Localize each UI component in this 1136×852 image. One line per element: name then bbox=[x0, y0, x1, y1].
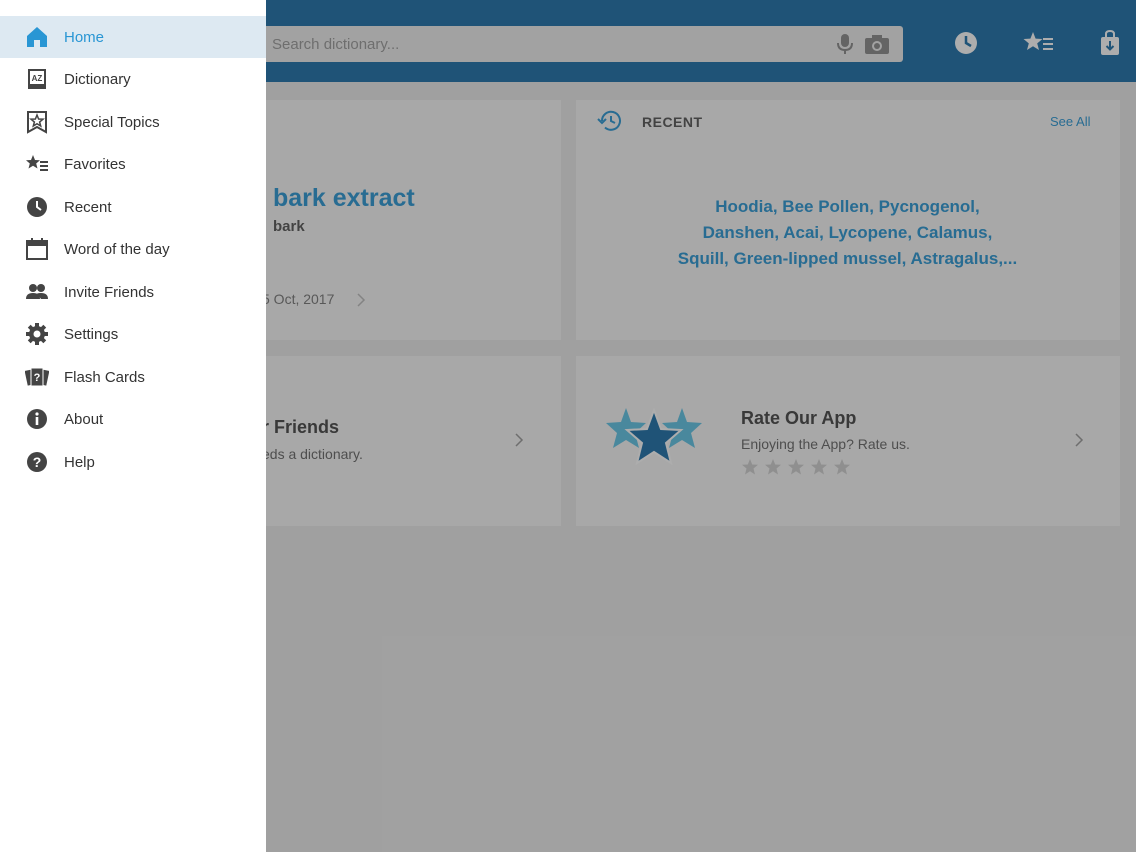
menu-item-label: Settings bbox=[64, 326, 119, 343]
menu-item-label: Word of the day bbox=[64, 241, 170, 258]
menu-item-about[interactable]: About bbox=[0, 398, 266, 440]
menu-item-dictionary[interactable]: AZ Dictionary bbox=[0, 58, 266, 100]
navigation-drawer: Home AZ Dictionary Special Topics Favori… bbox=[0, 0, 266, 852]
special-topics-icon bbox=[27, 111, 47, 134]
calendar-icon bbox=[26, 238, 48, 260]
svg-text:?: ? bbox=[34, 372, 41, 384]
menu-item-settings[interactable]: Settings bbox=[0, 313, 266, 355]
menu-item-invite-friends[interactable]: Invite Friends bbox=[0, 271, 266, 313]
menu-item-home[interactable]: Home bbox=[0, 16, 266, 58]
clock-icon bbox=[27, 197, 47, 217]
menu-item-flash-cards[interactable]: ? Flash Cards bbox=[0, 356, 266, 398]
menu-item-label: Home bbox=[64, 29, 105, 46]
svg-text:?: ? bbox=[33, 454, 42, 470]
favorites-icon bbox=[26, 155, 48, 171]
menu-item-special-topics[interactable]: Special Topics bbox=[0, 101, 266, 143]
svg-text:AZ: AZ bbox=[32, 74, 43, 83]
info-icon bbox=[27, 409, 47, 429]
gear-icon bbox=[26, 323, 48, 345]
menu-item-label: Flash Cards bbox=[64, 369, 145, 386]
menu-item-recent[interactable]: Recent bbox=[0, 186, 266, 228]
menu-item-label: Recent bbox=[64, 199, 112, 216]
menu-item-label: Dictionary bbox=[64, 71, 131, 88]
menu-item-label: Invite Friends bbox=[64, 284, 155, 301]
home-icon bbox=[27, 27, 47, 47]
menu-item-word-of-the-day[interactable]: Word of the day bbox=[0, 228, 266, 270]
menu-item-label: Help bbox=[64, 454, 95, 471]
menu-item-label: Favorites bbox=[64, 156, 126, 173]
help-icon: ? bbox=[27, 452, 47, 472]
dictionary-icon: AZ bbox=[28, 69, 46, 89]
people-icon bbox=[26, 284, 48, 299]
menu-item-help[interactable]: ? Help bbox=[0, 441, 266, 483]
menu-item-label: About bbox=[64, 411, 104, 428]
flash-cards-icon: ? bbox=[25, 367, 49, 387]
menu-item-label: Special Topics bbox=[64, 114, 160, 131]
menu-item-favorites[interactable]: Favorites bbox=[0, 143, 266, 185]
